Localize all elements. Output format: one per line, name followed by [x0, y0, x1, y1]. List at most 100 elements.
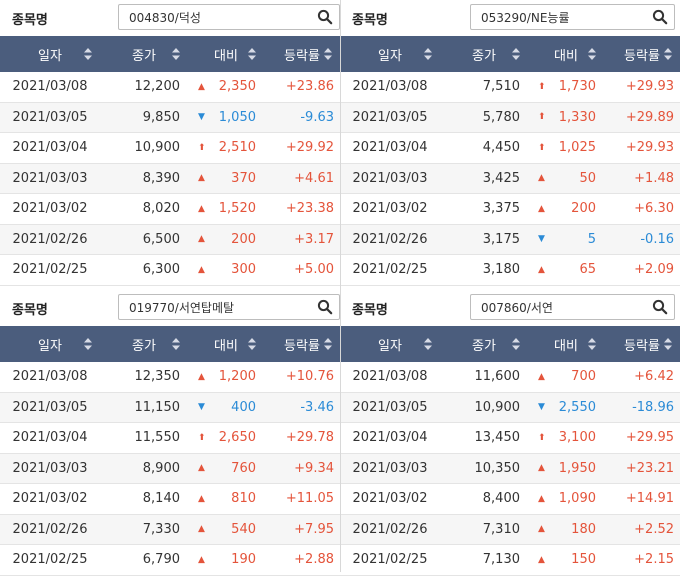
rate-cell: +23.38: [285, 201, 334, 217]
table-row[interactable]: 2021/03/02 8,140 ▲ 810 +11.05: [0, 484, 340, 515]
close-price-cell: 8,020: [142, 201, 180, 217]
table-body: 2021/03/08 11,600 ▲ 700 +6.42 2021/03/05 10,90…: [340, 362, 680, 576]
date-cell: 2021/03/04: [12, 430, 88, 446]
change-value: 1,730: [558, 79, 596, 95]
sort-icon[interactable]: [84, 48, 92, 60]
close-header[interactable]: 종가: [440, 335, 528, 354]
close-header[interactable]: 종가: [100, 335, 188, 354]
sort-icon[interactable]: [588, 338, 596, 350]
sort-icon[interactable]: [172, 338, 180, 350]
sort-icon[interactable]: [588, 48, 596, 60]
sort-icon[interactable]: [324, 48, 332, 60]
change-header[interactable]: 대비: [528, 335, 604, 354]
date-header[interactable]: 일자: [0, 335, 100, 354]
table-body: 2021/03/08 7,510 ⬆ 1,730 +29.93 2021/03/05 5,7…: [340, 72, 680, 286]
table-row[interactable]: 2021/02/26 6,500 ▲ 200 +3.17: [0, 224, 340, 255]
rate-cell: +11.05: [285, 491, 334, 507]
sort-icon[interactable]: [324, 338, 332, 350]
date-cell: 2021/03/08: [352, 79, 428, 95]
table-row[interactable]: 2021/02/26 7,330 ▲ 540 +7.95: [0, 514, 340, 545]
table-row[interactable]: 2021/03/02 8,400 ▲ 1,090 +14.91: [340, 484, 680, 515]
stock-search-input[interactable]: 019770/서연탑메탈: [118, 294, 340, 320]
rate-cell: +2.15: [634, 552, 674, 568]
table-row[interactable]: 2021/03/08 11,600 ▲ 700 +6.42: [340, 362, 680, 393]
table-row[interactable]: 2021/02/25 6,300 ▲ 300 +5.00: [0, 255, 340, 286]
date-header[interactable]: 일자: [340, 335, 440, 354]
sort-icon[interactable]: [424, 48, 432, 60]
sort-icon[interactable]: [248, 338, 256, 350]
table-row[interactable]: 2021/03/08 12,200 ▲ 2,350 +23.86: [0, 72, 340, 103]
triangle-up-icon: ▲: [198, 173, 205, 184]
table-row[interactable]: 2021/03/03 8,390 ▲ 370 +4.61: [0, 163, 340, 194]
search-icon[interactable]: [317, 299, 333, 315]
column-title: 등락률: [284, 48, 320, 64]
stock-search-input[interactable]: 007860/서연: [470, 294, 675, 320]
date-cell: 2021/03/05: [352, 399, 428, 415]
table-row[interactable]: 2021/03/03 8,900 ▲ 760 +9.34: [0, 453, 340, 484]
sort-icon[interactable]: [512, 338, 520, 350]
table-row[interactable]: 2021/02/26 7,310 ▲ 180 +2.52: [340, 514, 680, 545]
sort-icon[interactable]: [664, 48, 672, 60]
table-row[interactable]: 2021/02/26 3,175 ▼ 5 -0.16: [340, 224, 680, 255]
table-row[interactable]: 2021/03/08 7,510 ⬆ 1,730 +29.93: [340, 72, 680, 103]
sort-icon[interactable]: [512, 48, 520, 60]
stock-search-input[interactable]: 053290/NE능률: [470, 4, 675, 30]
table-row[interactable]: 2021/03/03 10,350 ▲ 1,950 +23.21: [340, 453, 680, 484]
rate-cell: +2.88: [294, 552, 334, 568]
change-header[interactable]: 대비: [188, 45, 264, 64]
table-row[interactable]: 2021/03/02 8,020 ▲ 1,520 +23.38: [0, 194, 340, 225]
table-row[interactable]: 2021/02/25 3,180 ▲ 65 +2.09: [340, 255, 680, 286]
triangle-up-icon: ▲: [198, 554, 205, 565]
table-row[interactable]: 2021/03/05 11,150 ▼ 400 -3.46: [0, 392, 340, 423]
table-row[interactable]: 2021/03/04 10,900 ⬆ 2,510 +29.92: [0, 133, 340, 164]
change-header[interactable]: 대비: [188, 335, 264, 354]
date-cell: 2021/03/04: [352, 140, 428, 156]
triangle-up-icon: ▲: [198, 524, 205, 535]
date-header[interactable]: 일자: [340, 45, 440, 64]
table-header: 일자 종가 대비 등락률: [0, 36, 340, 72]
arrow-up-icon: ⬆: [538, 112, 546, 123]
rate-header[interactable]: 등락률: [604, 45, 680, 64]
table-row[interactable]: 2021/03/02 3,375 ▲ 200 +6.30: [340, 194, 680, 225]
search-icon[interactable]: [317, 9, 333, 25]
rate-header[interactable]: 등락률: [604, 335, 680, 354]
search-icon[interactable]: [652, 299, 668, 315]
close-price-cell: 13,450: [474, 430, 521, 446]
date-header[interactable]: 일자: [0, 45, 100, 64]
stock-search-input[interactable]: 004830/덕성: [118, 4, 340, 30]
table-row[interactable]: 2021/03/04 11,550 ⬆ 2,650 +29.78: [0, 423, 340, 454]
sort-icon[interactable]: [84, 338, 92, 350]
change-cell: ▲ 700: [528, 369, 604, 384]
rate-cell: +23.86: [285, 79, 334, 95]
change-cell: ▼ 2,550: [528, 400, 604, 415]
sort-icon[interactable]: [172, 48, 180, 60]
table-row[interactable]: 2021/02/25 6,790 ▲ 190 +2.88: [0, 545, 340, 576]
table-row[interactable]: 2021/03/05 9,850 ▼ 1,050 -9.63: [0, 102, 340, 133]
search-icon[interactable]: [652, 9, 668, 25]
table-row[interactable]: 2021/03/03 3,425 ▲ 50 +1.48: [340, 163, 680, 194]
close-header[interactable]: 종가: [100, 45, 188, 64]
rate-header[interactable]: 등락률: [264, 45, 340, 64]
sort-icon[interactable]: [248, 48, 256, 60]
close-price-cell: 8,390: [142, 170, 180, 186]
table-row[interactable]: 2021/03/08 12,350 ▲ 1,200 +10.76: [0, 362, 340, 393]
change-value: 200: [571, 201, 596, 217]
table-row[interactable]: 2021/03/04 4,450 ⬆ 1,025 +29.93: [340, 133, 680, 164]
table-row[interactable]: 2021/03/04 13,450 ⬆ 3,100 +29.95: [340, 423, 680, 454]
table-row[interactable]: 2021/02/25 7,130 ▲ 150 +2.15: [340, 545, 680, 576]
sort-icon[interactable]: [664, 338, 672, 350]
table-row[interactable]: 2021/03/05 10,900 ▼ 2,550 -18.96: [340, 392, 680, 423]
date-cell: 2021/02/26: [352, 231, 428, 247]
column-title: 일자: [378, 338, 402, 354]
sort-icon[interactable]: [424, 338, 432, 350]
close-price-cell: 7,310: [482, 521, 520, 537]
close-header[interactable]: 종가: [440, 45, 528, 64]
close-price-cell: 7,330: [142, 521, 180, 537]
triangle-down-icon: ▼: [198, 402, 205, 413]
table-body: 2021/03/08 12,200 ▲ 2,350 +23.86 2021/03/05 9,…: [0, 72, 340, 286]
close-price-cell: 11,600: [474, 369, 521, 385]
rate-header[interactable]: 등락률: [264, 335, 340, 354]
table-row[interactable]: 2021/03/05 5,780 ⬆ 1,330 +29.89: [340, 102, 680, 133]
triangle-up-icon: ▲: [198, 264, 205, 275]
change-header[interactable]: 대비: [528, 45, 604, 64]
